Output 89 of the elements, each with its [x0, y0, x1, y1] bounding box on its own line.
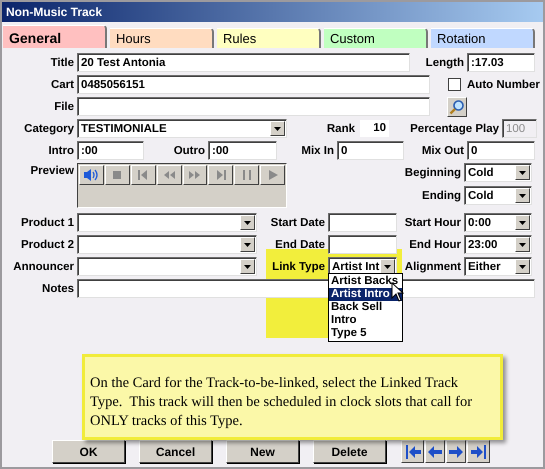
player-button[interactable]: [182, 165, 208, 185]
dropdown[interactable]: [77, 235, 257, 254]
dialog-button[interactable]: New: [226, 440, 299, 463]
field-label: Alignment: [404, 260, 461, 272]
field-label: Product 2: [20, 238, 74, 250]
field-label: Mix In: [300, 144, 334, 156]
caret-icon: [244, 242, 251, 246]
field-label: End Hour: [408, 238, 461, 250]
field-label: Start Hour: [404, 216, 461, 228]
player-button[interactable]: [208, 165, 234, 185]
navigation-button[interactable]: [467, 440, 490, 463]
field-label: End Date: [274, 238, 325, 250]
text-field[interactable]: 0: [467, 141, 535, 160]
callout-note: On the Card for the Track-to-be-linked, select the Linked Track Type. This track will then be scheduled in clock slots that call for ONLY tracks of this Type.: [82, 354, 503, 440]
caret-icon: [519, 242, 526, 246]
field-label: Outro: [172, 144, 205, 156]
field-label: Notes: [41, 282, 74, 294]
tab[interactable]: General: [3, 25, 107, 48]
text-field[interactable]: [328, 213, 397, 232]
tab[interactable]: Rotation: [431, 28, 535, 48]
text-field[interactable]: :00: [77, 141, 144, 160]
caret-icon: [519, 220, 526, 224]
caret-icon: [244, 220, 251, 224]
caret-icon: [519, 194, 526, 198]
field-label: Rank: [326, 122, 355, 134]
dropdown[interactable]: [77, 257, 257, 276]
field-label: Intro: [47, 144, 74, 156]
tab[interactable]: Hours: [110, 28, 214, 48]
field-label: Percentage Play: [409, 122, 499, 134]
dropdown-option[interactable]: Artist Backs: [329, 275, 402, 288]
field-label: Preview: [30, 164, 74, 177]
field-label: Title: [50, 56, 74, 68]
dropdown[interactable]: [77, 213, 257, 232]
field-label: Beginning: [404, 166, 461, 178]
tab[interactable]: Rules: [217, 28, 321, 48]
player-button[interactable]: [130, 165, 156, 185]
navigation-button[interactable]: [446, 440, 466, 463]
caret-icon: [519, 264, 526, 268]
field-label: Cart: [50, 78, 74, 90]
dropdown-option[interactable]: Intro: [329, 314, 402, 327]
player-button[interactable]: [79, 165, 104, 185]
player-button[interactable]: [234, 165, 260, 185]
field-label: Start Date: [270, 216, 325, 228]
caret-icon: [274, 126, 281, 130]
navigation-button[interactable]: [401, 440, 424, 463]
field-label: Product 1: [20, 216, 74, 228]
window-title: Non-Music Track: [2, 2, 543, 22]
checkbox-label: Auto Number: [467, 78, 540, 90]
player-button[interactable]: [260, 165, 285, 185]
dropdown-option[interactable]: Type 5: [329, 327, 402, 340]
field-label: Ending: [421, 190, 461, 202]
dialog-button[interactable]: OK: [52, 440, 125, 463]
dropdown-option[interactable]: Back Sell: [329, 301, 402, 314]
player-button[interactable]: [156, 165, 182, 185]
text-field[interactable]: 20 Test Antonia: [77, 53, 410, 72]
dialog-button[interactable]: Delete: [313, 440, 386, 463]
text-field[interactable]: :17.03: [467, 53, 535, 72]
dropdown[interactable]: 23:00: [464, 235, 532, 254]
speaker-icon: [83, 167, 100, 183]
text-field[interactable]: 0: [337, 141, 404, 160]
search-button[interactable]: [447, 96, 467, 116]
field-label: Category: [23, 122, 74, 134]
caret-icon: [384, 264, 391, 268]
dropdown[interactable]: TESTIMONIALE: [77, 119, 287, 138]
field-label: Link Type: [271, 260, 325, 272]
field-label: Length: [424, 56, 464, 68]
text-field[interactable]: [77, 97, 430, 116]
dropdown[interactable]: Cold: [464, 163, 532, 182]
text-field[interactable]: [328, 235, 397, 254]
field-label: File: [53, 100, 74, 112]
rank-value: 10: [360, 120, 389, 137]
checkbox[interactable]: [448, 78, 461, 91]
field-label: Mix Out: [420, 144, 464, 156]
first-record-icon: [404, 442, 422, 460]
field-label: Announcer: [12, 260, 74, 272]
caret-icon: [244, 264, 251, 268]
dropdown-option[interactable]: Artist Intro: [329, 288, 402, 301]
text-field[interactable]: :00: [208, 141, 277, 160]
navigation-button[interactable]: [425, 440, 445, 463]
text-field[interactable]: 0485056151: [77, 75, 430, 94]
dropdown[interactable]: 0:00: [464, 213, 532, 232]
dialog-button[interactable]: Cancel: [139, 440, 212, 463]
dropdown[interactable]: Cold: [464, 186, 532, 205]
dropdown[interactable]: Either: [464, 257, 532, 276]
last-record-icon: [470, 442, 488, 460]
player-button[interactable]: [104, 165, 130, 185]
caret-icon: [519, 170, 526, 174]
tab[interactable]: Custom: [324, 28, 428, 48]
search-icon: [449, 98, 465, 114]
